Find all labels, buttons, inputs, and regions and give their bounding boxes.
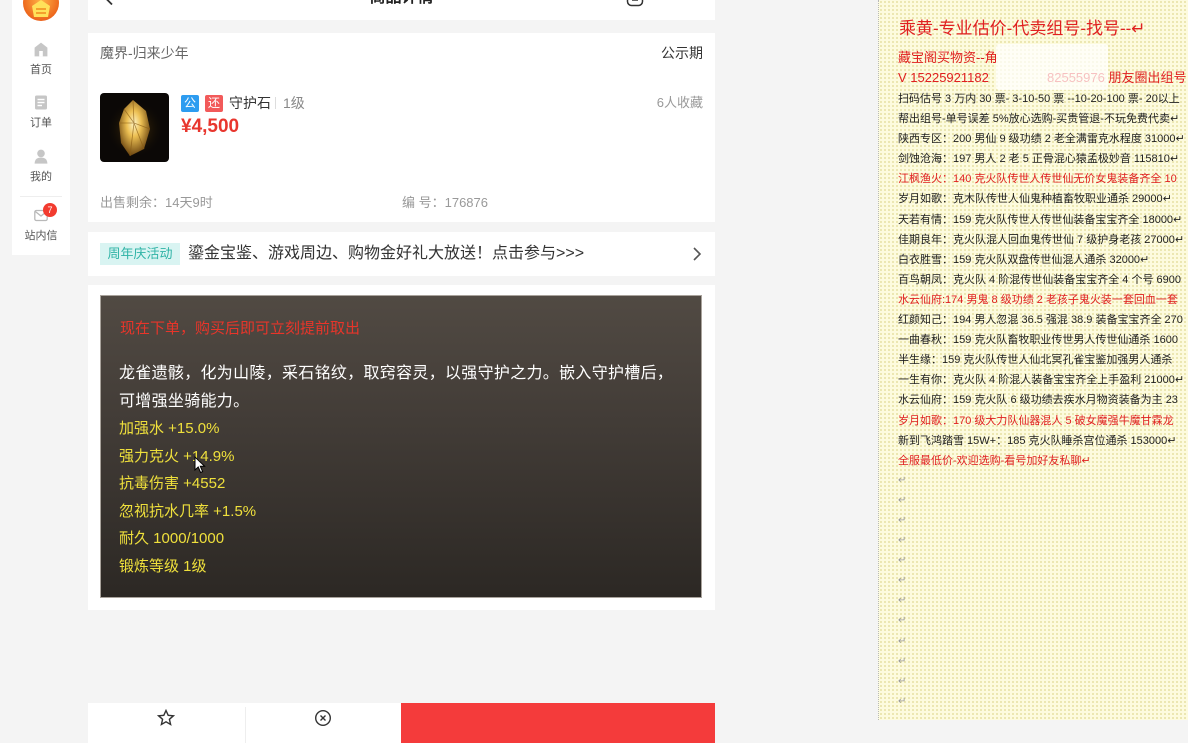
item-level: 1级 <box>283 95 305 111</box>
doc-line: 天若有情：159 克火队传世人传世仙装备宝宝齐全 18000↵ <box>898 213 1183 226</box>
paragraph-mark: ↵ <box>898 615 907 627</box>
doc-header-line: V 15225921182 <box>898 70 989 85</box>
sidebar-item-messages[interactable]: 7 站内信 <box>12 203 70 246</box>
paragraph-mark: ↵ <box>898 555 907 567</box>
attribute-line: 加强水 +15.0% <box>119 420 220 437</box>
paragraph-mark: ↵ <box>898 474 907 486</box>
favorite-button[interactable] <box>88 703 244 743</box>
sidebar-item-label: 站内信 <box>24 230 58 242</box>
doc-line: 扫码估号 3 万内 30 票- 3-10-50 票 --10-20-100 票-… <box>898 93 1180 105</box>
description-card: 现在下单，购买后即可立刻提前取出 龙雀遗骸，化为山陵，采石铭纹，取窍容灵，以强守… <box>88 285 715 610</box>
doc-line: 佳期良年：克火队混人回血鬼传世仙 7 级护身老孩 27000↵ <box>898 233 1185 246</box>
divider <box>275 97 276 109</box>
mouse-cursor <box>194 455 206 474</box>
doc-line: 江枫渔火：140 克火队传世人传世仙无价女鬼装备齐全 10 <box>898 173 1177 186</box>
doc-header-line: 藏宝阁买物资--角 <box>898 50 998 65</box>
top-bar: 商品详情 <box>88 0 715 20</box>
item-price: ¥4,500 <box>181 116 240 137</box>
bottom-bar <box>88 703 401 743</box>
paragraph-mark: ↵ <box>898 675 907 687</box>
doc-line: 水云仙府:174 男鬼 8 级功绩 2 老孩子鬼火装一套回血一套 <box>898 293 1178 306</box>
floating-overlay <box>996 44 1108 90</box>
doc-line: 半生缘：159 克火队传世人仙北冥孔雀宝鉴加强男人通杀 <box>898 354 1173 367</box>
public-badge: 公 <box>181 95 199 112</box>
sidebar-divider <box>20 196 62 197</box>
paragraph-mark: ↵ <box>898 535 907 547</box>
promo-text[interactable]: 鎏金宝鉴、游戏周边、购物金好礼大放送！点击参与>>> <box>188 244 584 264</box>
sidebar-item-orders[interactable]: 订单 <box>12 95 70 133</box>
attribute-line: 锻炼等级 1级 <box>119 557 207 575</box>
item-tooltip: 现在下单，购买后即可立刻提前取出 龙雀遗骸，化为山陵，采石铭纹，取窍容灵，以强守… <box>100 295 702 598</box>
lore-text: 龙雀遗骸，化为山陵，采石铭纹，取窍容灵，以强守护之力。嵌入守护槽后，可增强坐骑能… <box>119 365 674 410</box>
sidebar-item-profile[interactable]: 我的 <box>12 149 70 187</box>
sidebar-item-label: 我的 <box>30 171 52 183</box>
doc-line: 陕西专区：200 男仙 9 级功绩 2 老全满雷克水程度 31000↵ <box>898 133 1185 146</box>
order-icon <box>34 95 48 110</box>
favorite-count: 6人收藏 <box>656 95 703 110</box>
time-remaining: 出售剩余：14天9时 <box>100 195 213 210</box>
home-icon <box>34 42 48 57</box>
doc-body: 扫码估号 3 万内 30 票- 3-10-50 票 --10-20-100 票-… <box>898 89 1188 712</box>
doc-line: 一生有你：克火队 4 阶混人装备宝宝齐全上手盈利 21000↵ <box>898 374 1185 387</box>
doc-line: 百鸟朝凤：克火队 4 阶混传世仙装备宝宝齐全 4 个号 6900 <box>898 273 1181 286</box>
server-name: 魔界-归来少年 <box>100 45 189 61</box>
sidebar-item-home[interactable]: 首页 <box>12 42 70 80</box>
serial-number: 编 号：176876 <box>402 195 488 210</box>
status-label: 公示期 <box>661 45 703 61</box>
guardian-stone-image[interactable] <box>100 93 169 162</box>
buy-button[interactable] <box>401 703 715 743</box>
listing-card: 魔界-归来少年 公示期 公 还 守护石 1级 ¥4,500 6人收藏 出售剩余：… <box>88 33 715 222</box>
doc-line: 剑蚀沧海：197 男人 2 老 5 正骨混心猿孟极妙音 115810↵ <box>898 153 1180 166</box>
paragraph-mark: ↵ <box>898 635 907 647</box>
chevron-right-icon[interactable] <box>692 246 702 262</box>
return-badge: 还 <box>205 95 223 112</box>
paragraph-mark: ↵ <box>898 494 907 506</box>
attribute-line: 耐久 1000/1000 <box>119 530 225 547</box>
user-icon <box>34 149 48 164</box>
share-icon[interactable] <box>626 0 644 7</box>
doc-line: 岁月如歌：170 级大力队仙器混人 5 破女魔强牛魔甘霖龙 <box>898 414 1174 427</box>
circle-x-icon <box>314 709 332 727</box>
page-title: 商品详情 <box>88 0 715 8</box>
notice-text: 现在下单，购买后即可立刻提前取出 <box>120 320 361 337</box>
unread-badge: 7 <box>43 203 57 217</box>
sidebar-item-label: 首页 <box>30 64 52 76</box>
paragraph-mark: ↵ <box>898 595 907 607</box>
doc-line: 白衣胜雪：159 克火队双盘传世仙混人通杀 32000↵ <box>898 253 1150 266</box>
notes-document: 乘黄-专业估价-代卖组号-找号--↵ 藏宝阁买物资--角 V 152259211… <box>878 0 1188 720</box>
sidebar-item-label: 订单 <box>30 117 52 129</box>
doc-line: 帮出组号-单号误差 5%放心选购-买贵管退-不玩免费代卖↵ <box>898 113 1180 126</box>
promo-tag: 周年庆活动 <box>100 243 180 265</box>
item-name: 守护石 <box>229 95 271 111</box>
promo-banner[interactable]: 周年庆活动 鎏金宝鉴、游戏周边、购物金好礼大放送！点击参与>>> <box>88 232 715 276</box>
contact-button[interactable] <box>245 703 401 743</box>
attribute-line: 忽视抗水几率 +1.5% <box>119 502 257 520</box>
paragraph-mark: ↵ <box>898 575 907 587</box>
attribute-line: 抗毒伤害 +4552 <box>119 475 226 492</box>
doc-line: 一曲春秋：159 克火队畜牧职业传世男人传世仙通杀 1600 <box>898 334 1178 347</box>
paragraph-mark: ↵ <box>898 514 907 526</box>
doc-line: 新到飞鸿踏雪 15W+：185 克火队睡杀宫位通杀 153000↵ <box>898 434 1177 447</box>
logo-icon[interactable] <box>22 0 60 22</box>
doc-line: 水云仙府：159 克火队 6 级功绩去疾水月物资装备为主 23 <box>898 394 1178 407</box>
paragraph-mark: ↵ <box>898 655 907 667</box>
doc-line: 红颜知己：194 男人忽混 36.5 强混 38.9 装备宝宝齐全 270 <box>898 314 1183 327</box>
doc-line: 岁月如歌：克木队传世人仙鬼种植畜牧职业通杀 29000↵ <box>898 193 1172 206</box>
paragraph-mark: ↵ <box>898 695 907 707</box>
doc-line: 全服最低价-欢迎选购-看号加好友私聊↵ <box>898 454 1091 467</box>
star-icon <box>156 708 176 727</box>
sidebar: 首页 订单 我的 7 站内信 <box>12 0 70 255</box>
doc-title: 乘黄-专业估价-代卖组号-找号--↵ <box>899 19 1146 38</box>
